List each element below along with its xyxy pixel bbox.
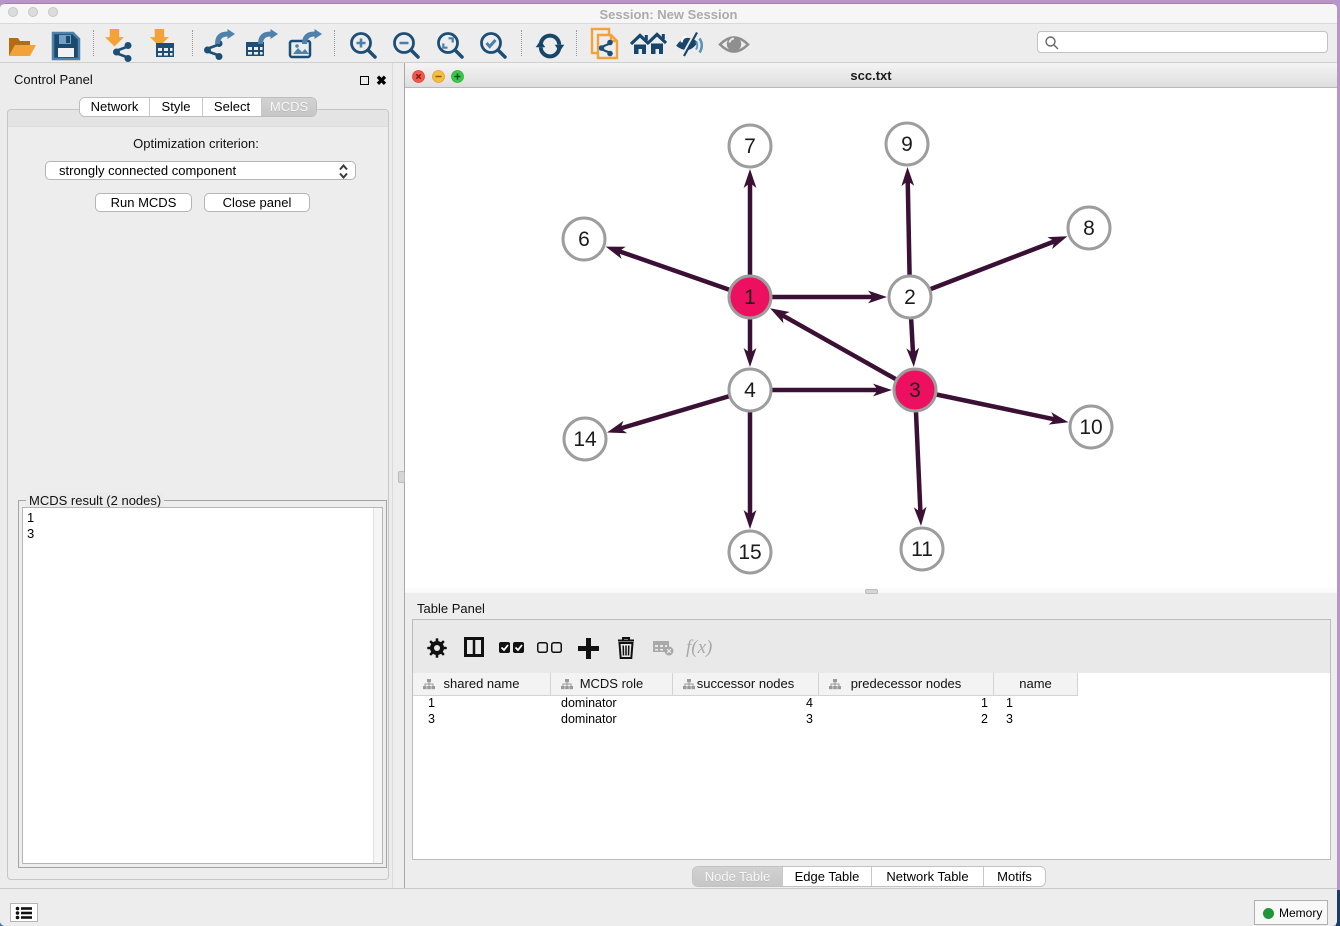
svg-text:3: 3	[909, 379, 921, 402]
svg-text:f(x): f(x)	[686, 637, 712, 658]
svg-text:9: 9	[901, 133, 913, 156]
svg-text:6: 6	[578, 228, 590, 251]
svg-text:11: 11	[911, 538, 933, 561]
svg-text:2: 2	[904, 286, 916, 309]
svg-text:7: 7	[744, 135, 756, 158]
svg-text:15: 15	[738, 541, 761, 564]
svg-text:14: 14	[573, 428, 597, 451]
svg-text:1: 1	[744, 286, 756, 309]
svg-text:4: 4	[744, 379, 756, 402]
svg-text:8: 8	[1083, 217, 1095, 240]
svg-text:10: 10	[1079, 416, 1102, 439]
